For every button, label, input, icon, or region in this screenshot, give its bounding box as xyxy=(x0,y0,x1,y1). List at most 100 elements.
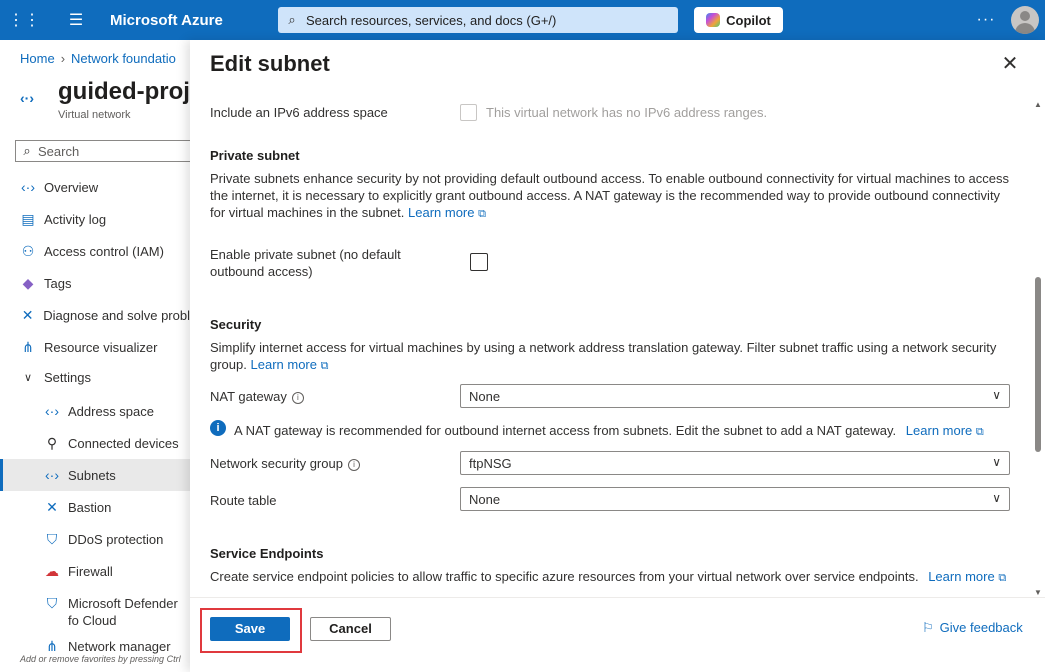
menu-icon[interactable]: ☰ xyxy=(56,0,96,40)
nav-item-bastion[interactable]: ✕ Bastion xyxy=(0,491,190,523)
nsg-label: Network security group i xyxy=(210,455,360,472)
nav-item-label: DDoS protection xyxy=(68,531,164,547)
wrench-icon: ✕ xyxy=(21,306,34,323)
firewall-icon: ☁ xyxy=(45,562,59,579)
nat-gateway-select[interactable]: None ∨ xyxy=(460,384,1010,408)
nav-item-label: Resource visualizer xyxy=(44,339,158,355)
people-icon: ⚇ xyxy=(21,242,35,259)
search-icon: ⌕ xyxy=(23,143,31,158)
nat-info-text: A NAT gateway is recommended for outboun… xyxy=(234,423,897,438)
info-icon[interactable]: i xyxy=(291,392,304,404)
private-subnet-checkbox[interactable] xyxy=(470,253,488,271)
network-icon: ⋔ xyxy=(46,637,58,654)
service-endpoints-description: Create service endpoint policies to allo… xyxy=(210,568,1006,587)
global-search-input[interactable]: ⌕ Search resources, services, and docs (… xyxy=(278,7,678,33)
endpoints-learn-more-link[interactable]: Learn more xyxy=(928,569,994,584)
nav-item-network-manager[interactable]: ⋔ Network manager xyxy=(0,636,190,656)
menu-search-input[interactable]: ⌕ Search xyxy=(15,140,190,162)
nav-item-label: Settings xyxy=(44,369,91,385)
breadcrumb-separator-icon: › xyxy=(60,51,66,66)
more-options-icon[interactable]: ··· xyxy=(968,0,1004,40)
nav-item-label: Access control (IAM) xyxy=(44,243,164,259)
nav-item-label: Bastion xyxy=(68,499,112,515)
defender-icon: ⛉ xyxy=(46,595,58,611)
external-link-icon: ⧉ xyxy=(320,360,329,372)
breadcrumb-network-foundation[interactable]: Network foundatio xyxy=(71,51,176,66)
route-table-value: None xyxy=(469,491,501,507)
nav-item-firewall[interactable]: ☁ Firewall xyxy=(0,555,190,587)
bastion-icon: ✕ xyxy=(46,498,58,515)
scrollbar-thumb[interactable] xyxy=(1035,277,1041,452)
ipv6-checkbox[interactable] xyxy=(460,104,477,121)
scroll-down-icon[interactable]: ▼ xyxy=(1034,588,1042,597)
service-endpoints-desc-text: Create service endpoint policies to allo… xyxy=(210,569,919,584)
panel-title: Edit subnet xyxy=(210,51,330,76)
app-launcher-icon[interactable]: ⋮⋮ xyxy=(4,0,44,40)
nav-item-label: Connected devices xyxy=(68,435,179,451)
info-icon: i xyxy=(210,420,226,436)
nav-item-tags[interactable]: ◆ Tags xyxy=(0,267,190,299)
external-link-icon: ⧉ xyxy=(998,572,1007,584)
vnet-icon: ‹·› xyxy=(45,403,59,419)
nav-item-resource-visualizer[interactable]: ⋔ Resource visualizer xyxy=(0,331,190,363)
nav-item-defender[interactable]: ⛉ Microsoft Defender fo Cloud xyxy=(0,593,190,631)
nav-item-activity-log[interactable]: ▤ Activity log xyxy=(0,203,190,235)
resource-subtitle: Virtual network xyxy=(58,109,131,121)
left-blade: Home › Network foundatio ‹·› guided-proj V… xyxy=(0,40,190,672)
security-learn-more-link[interactable]: Learn more xyxy=(251,357,317,372)
save-button[interactable]: Save xyxy=(210,617,290,641)
nav-item-label: Network manager xyxy=(68,638,171,654)
chevron-down-icon: ∨ xyxy=(992,455,1001,469)
nav-item-address-space[interactable]: ‹·› Address space xyxy=(0,395,190,427)
nav-item-access-control[interactable]: ⚇ Access control (IAM) xyxy=(0,235,190,267)
nav-item-subnets[interactable]: ‹·› Subnets xyxy=(0,459,190,491)
nav-item-connected-devices[interactable]: ⚲ Connected devices xyxy=(0,427,190,459)
route-table-select[interactable]: None ∨ xyxy=(460,487,1010,511)
private-subnet-heading: Private subnet xyxy=(210,148,300,163)
nav-item-label: Microsoft Defender fo Cloud xyxy=(68,596,178,628)
cancel-button[interactable]: Cancel xyxy=(310,617,391,641)
brand-title[interactable]: Microsoft Azure xyxy=(110,12,260,29)
nsg-label-text: Network security group xyxy=(210,456,343,471)
breadcrumb-home[interactable]: Home xyxy=(20,51,55,66)
private-subnet-desc-text: Private subnets enhance security by not … xyxy=(210,171,1010,220)
scroll-up-icon[interactable]: ▲ xyxy=(1034,100,1042,109)
hierarchy-icon: ⋔ xyxy=(22,338,34,355)
close-icon[interactable]: ✕ xyxy=(1000,54,1020,74)
vnet-icon: ‹·› xyxy=(21,179,35,195)
top-bar: ⋮⋮ ☰ Microsoft Azure ⌕ Search resources,… xyxy=(0,0,1045,40)
nav-item-ddos[interactable]: ⛉ DDoS protection xyxy=(0,523,190,555)
nat-gateway-label: NAT gateway i xyxy=(210,388,304,405)
vnet-icon: ‹·› xyxy=(20,90,34,106)
panel-scrollbar[interactable]: ▲ ▼ xyxy=(1031,100,1045,600)
private-learn-more-link[interactable]: Learn more xyxy=(408,205,474,220)
service-endpoints-heading: Service Endpoints xyxy=(210,546,324,561)
global-search-placeholder: Search resources, services, and docs (G+… xyxy=(306,12,557,28)
nav-item-label: Firewall xyxy=(68,563,113,579)
panel-footer: Save Cancel ⚐ Give feedback xyxy=(190,597,1045,672)
external-link-icon: ⧉ xyxy=(975,426,984,438)
nsg-select[interactable]: ftpNSG ∨ xyxy=(460,451,1010,475)
nav-item-label: Activity log xyxy=(44,211,107,227)
nav-group-settings[interactable]: ∨ Settings xyxy=(0,361,190,393)
nat-learn-more-link[interactable]: Learn more xyxy=(906,423,972,438)
nav-item-diagnose[interactable]: ✕ Diagnose and solve probl xyxy=(0,299,190,331)
log-icon: ▤ xyxy=(21,210,35,227)
copilot-label: Copilot xyxy=(726,12,771,28)
copilot-icon xyxy=(706,13,721,27)
route-table-label: Route table xyxy=(210,493,277,508)
nav-item-label: Overview xyxy=(44,179,99,195)
info-icon[interactable]: i xyxy=(347,459,360,471)
nav-item-overview[interactable]: ‹·› Overview xyxy=(0,171,190,203)
external-link-icon: ⧉ xyxy=(478,208,486,220)
copilot-button[interactable]: Copilot xyxy=(694,7,783,33)
give-feedback-link[interactable]: ⚐ Give feedback xyxy=(922,620,1023,636)
chevron-down-icon: ∨ xyxy=(992,388,1001,402)
tag-icon: ◆ xyxy=(22,274,34,291)
avatar[interactable] xyxy=(1011,6,1039,34)
private-subnet-enable-label: Enable private subnet (no default outbou… xyxy=(210,247,401,279)
chevron-down-icon: ∨ xyxy=(23,371,33,384)
search-icon: ⌕ xyxy=(288,12,296,27)
feedback-icon: ⚐ xyxy=(922,620,934,635)
breadcrumb: Home › Network foundatio xyxy=(20,51,176,66)
